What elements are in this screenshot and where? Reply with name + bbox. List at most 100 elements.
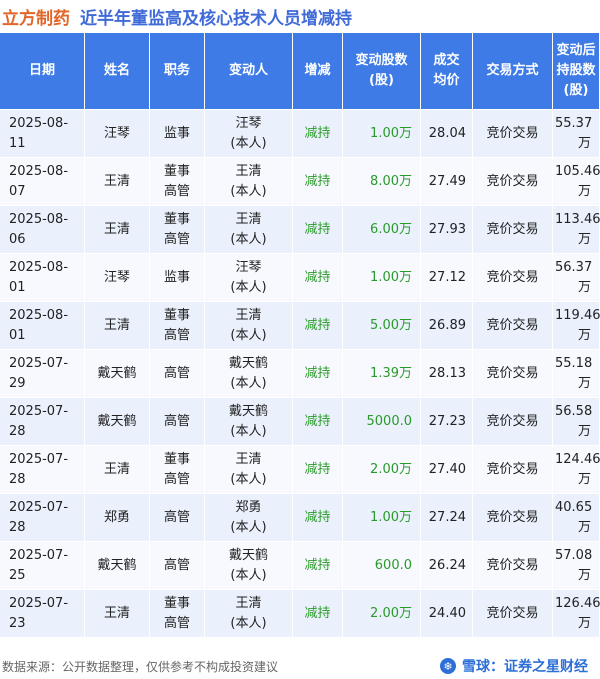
role-cell: 监事 — [150, 110, 205, 158]
column-header: 日期 — [0, 33, 85, 110]
action-cell: 减持 — [293, 158, 343, 206]
action-cell: 减持 — [293, 398, 343, 446]
insider-trading-table: 日期 姓名 职务 变动人 增减 变动股数 (股) 成交 均价 交易方式 变动后 持股数 (股) 2025… — [0, 33, 600, 638]
price-cell: 26.89 — [421, 302, 473, 350]
role-cell: 高管 — [150, 494, 205, 542]
method-cell: 竞价交易 — [473, 302, 553, 350]
shares-cell: 1.39万 — [343, 350, 421, 398]
name-cell: 戴天鹤 — [85, 542, 150, 590]
table-subtitle: 近半年董监高及核心技术人员增减持 — [80, 8, 352, 29]
date-cell: 2025-08-11 — [0, 110, 85, 158]
date-cell: 2025-07-23 — [0, 590, 85, 638]
price-cell: 27.49 — [421, 158, 473, 206]
table-row: 2025-07-28 郑勇 高管 郑勇 (本人) 减持 1.00万 27.24 竞价交易 40.6… — [0, 494, 600, 542]
method-cell: 竞价交易 — [473, 446, 553, 494]
method-cell: 竞价交易 — [473, 398, 553, 446]
holdings-after-cell: 56.58万 — [553, 398, 600, 446]
column-header: 交易方式 — [473, 33, 553, 110]
method-cell: 竞价交易 — [473, 494, 553, 542]
changer-cell: 王清 (本人) — [205, 158, 293, 206]
changer-cell: 汪琴 (本人) — [205, 254, 293, 302]
shares-cell: 1.00万 — [343, 110, 421, 158]
holdings-after-cell: 113.46万 — [553, 206, 600, 254]
changer-cell: 汪琴 (本人) — [205, 110, 293, 158]
price-cell: 27.93 — [421, 206, 473, 254]
changer-cell: 王清 (本人) — [205, 446, 293, 494]
table-row: 2025-08-01 汪琴 监事 汪琴 (本人) 减持 1.00万 27.12 竞价交易 56.3… — [0, 254, 600, 302]
footer: 数据来源：公开数据整理，仅供参考不构成投资建议 ❄ 雪球：证券之星财经 — [0, 650, 600, 679]
page-title: 立方制药 近半年董监高及核心技术人员增减持 — [0, 0, 600, 32]
holdings-after-cell: 40.65万 — [553, 494, 600, 542]
date-cell: 2025-07-29 — [0, 350, 85, 398]
price-cell: 27.23 — [421, 398, 473, 446]
role-cell: 高管 — [150, 398, 205, 446]
role-cell: 董事 高管 — [150, 158, 205, 206]
action-cell: 减持 — [293, 350, 343, 398]
column-header: 变动人 — [205, 33, 293, 110]
method-cell: 竞价交易 — [473, 206, 553, 254]
shares-cell: 5.00万 — [343, 302, 421, 350]
holdings-after-cell: 126.46万 — [553, 590, 600, 638]
name-cell: 王清 — [85, 302, 150, 350]
shares-cell: 8.00万 — [343, 158, 421, 206]
shares-cell: 2.00万 — [343, 446, 421, 494]
method-cell: 竞价交易 — [473, 590, 553, 638]
name-cell: 汪琴 — [85, 110, 150, 158]
snowball-icon: ❄ — [440, 658, 456, 674]
name-cell: 王清 — [85, 446, 150, 494]
holdings-after-cell: 124.46万 — [553, 446, 600, 494]
name-cell: 王清 — [85, 206, 150, 254]
holdings-after-cell: 56.37万 — [553, 254, 600, 302]
table-row: 2025-07-23 王清 董事 高管 王清 (本人) 减持 2.00万 24.40 竞价交易 12… — [0, 590, 600, 638]
data-source-note: 数据来源：公开数据整理，仅供参考不构成投资建议 — [2, 660, 279, 674]
table-row: 2025-07-28 王清 董事 高管 王清 (本人) 减持 2.00万 27.40 竞价交易 12… — [0, 446, 600, 494]
column-header: 成交 均价 — [421, 33, 473, 110]
shares-cell: 6.00万 — [343, 206, 421, 254]
price-cell: 27.24 — [421, 494, 473, 542]
table-row: 2025-07-29 戴天鹤 高管 戴天鹤 (本人) 减持 1.39万 28.13 竞价交易 55… — [0, 350, 600, 398]
role-cell: 监事 — [150, 254, 205, 302]
action-cell: 减持 — [293, 110, 343, 158]
role-cell: 董事 高管 — [150, 302, 205, 350]
column-header: 增减 — [293, 33, 343, 110]
price-cell: 26.24 — [421, 542, 473, 590]
name-cell: 戴天鹤 — [85, 398, 150, 446]
price-cell: 27.12 — [421, 254, 473, 302]
role-cell: 董事 高管 — [150, 590, 205, 638]
role-cell: 董事 高管 — [150, 446, 205, 494]
name-cell: 郑勇 — [85, 494, 150, 542]
column-header: 姓名 — [85, 33, 150, 110]
table-body: 2025-08-11 汪琴 监事 汪琴 (本人) 减持 1.00万 28.04 竞价交易 55.3… — [0, 110, 600, 638]
shares-cell: 1.00万 — [343, 254, 421, 302]
method-cell: 竞价交易 — [473, 350, 553, 398]
method-cell: 竞价交易 — [473, 158, 553, 206]
table-row: 2025-07-25 戴天鹤 高管 戴天鹤 (本人) 减持 600.0 26.24 竞价交易 57… — [0, 542, 600, 590]
shares-cell: 600.0 — [343, 542, 421, 590]
name-cell: 王清 — [85, 590, 150, 638]
action-cell: 减持 — [293, 542, 343, 590]
table-row: 2025-07-28 戴天鹤 高管 戴天鹤 (本人) 减持 5000.0 27.23 竞价交易 5… — [0, 398, 600, 446]
action-cell: 减持 — [293, 302, 343, 350]
brand-label: 雪球：证券之星财经 — [462, 659, 588, 675]
holdings-after-cell: 119.46万 — [553, 302, 600, 350]
method-cell: 竞价交易 — [473, 254, 553, 302]
brand-credit: ❄ 雪球：证券之星财经 — [440, 656, 588, 676]
shares-cell: 5000.0 — [343, 398, 421, 446]
shares-cell: 1.00万 — [343, 494, 421, 542]
holdings-after-cell: 105.46万 — [553, 158, 600, 206]
shares-cell: 2.00万 — [343, 590, 421, 638]
changer-cell: 戴天鹤 (本人) — [205, 542, 293, 590]
holdings-after-cell: 55.37万 — [553, 110, 600, 158]
holdings-after-cell: 57.08万 — [553, 542, 600, 590]
table-header-row: 日期 姓名 职务 变动人 增减 变动股数 (股) 成交 均价 交易方式 变动后 持股数 (股) — [0, 33, 600, 110]
changer-cell: 郑勇 (本人) — [205, 494, 293, 542]
action-cell: 减持 — [293, 254, 343, 302]
price-cell: 27.40 — [421, 446, 473, 494]
price-cell: 28.04 — [421, 110, 473, 158]
price-cell: 28.13 — [421, 350, 473, 398]
date-cell: 2025-08-07 — [0, 158, 85, 206]
changer-cell: 戴天鹤 (本人) — [205, 398, 293, 446]
price-cell: 24.40 — [421, 590, 473, 638]
name-cell: 汪琴 — [85, 254, 150, 302]
method-cell: 竞价交易 — [473, 110, 553, 158]
